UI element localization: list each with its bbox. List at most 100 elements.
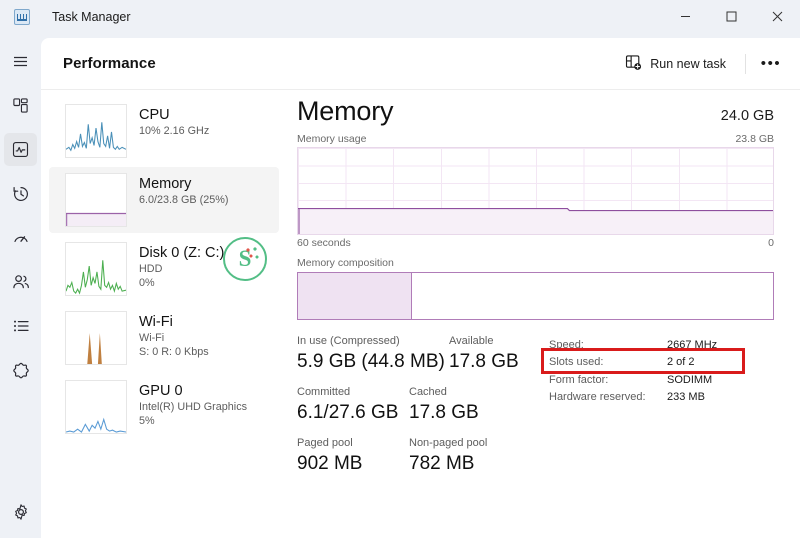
performance-resource-list: CPU 10% 2.16 GHz Memory 6.0/23.8 GB (25%… (41, 90, 283, 538)
list-item-sub1: HDD (139, 263, 163, 275)
performance-body: CPU 10% 2.16 GHz Memory 6.0/23.8 GB (25%… (41, 90, 800, 538)
stat-cached: Cached 17.8 GB (409, 385, 479, 425)
sidebar-item-services[interactable] (4, 353, 37, 386)
graph-title: Memory usage (297, 133, 367, 145)
maximize-button[interactable] (708, 0, 754, 33)
memory-composition-label: Memory composition (297, 257, 394, 269)
list-item-title: GPU 0 (139, 383, 183, 399)
spec-value: 2667 MHz (667, 339, 718, 351)
axis-label-left: 60 seconds (297, 237, 351, 249)
settings-gear-icon[interactable] (4, 495, 37, 528)
more-options-icon[interactable]: ••• (756, 50, 786, 78)
watermark-logo: S (223, 237, 267, 281)
sidebar-item-app-history[interactable] (4, 177, 37, 210)
gpu-text: GPU 0 Intel(R) UHD Graphics 5% (139, 380, 247, 428)
list-item-wifi[interactable]: Wi-Fi Wi-Fi S: 0 R: 0 Kbps (49, 305, 279, 371)
wifi-text: Wi-Fi Wi-Fi S: 0 R: 0 Kbps (139, 311, 209, 359)
memory-composition-in-use (298, 273, 412, 319)
list-item-sub2: S: 0 R: 0 Kbps (139, 346, 209, 358)
stat-group-inuse: In use (Compressed) 5.9 GB (44.8 MB) Ava… (297, 334, 549, 374)
memory-usage-chart (297, 147, 774, 235)
spec-key: Hardware reserved: (549, 391, 646, 404)
cpu-text: CPU 10% 2.16 GHz (139, 104, 209, 138)
run-new-task-label: Run new task (650, 56, 726, 71)
list-item-memory[interactable]: Memory 6.0/23.8 GB (25%) (49, 167, 279, 233)
close-button[interactable] (754, 0, 800, 33)
spec-row-slots-used: Slots used: 2 of 2 (549, 354, 774, 371)
task-manager-icon (14, 8, 30, 25)
hamburger-menu-icon[interactable] (4, 45, 37, 78)
list-item-title: Wi-Fi (139, 314, 173, 330)
toolbar-divider (745, 53, 746, 74)
list-item-sub1: Wi-Fi (139, 332, 165, 344)
stat-non-paged-pool: Non-paged pool 782 MB (409, 436, 487, 476)
stat-value: 17.8 GB (449, 351, 519, 372)
window-controls (662, 0, 800, 33)
wifi-graph-thumbnail (65, 311, 127, 365)
watermark-dots-icon (245, 247, 259, 263)
stat-paged-pool: Paged pool 902 MB (297, 436, 409, 476)
list-item-sub1: 10% 2.16 GHz (139, 125, 210, 137)
new-task-icon (625, 54, 642, 74)
spec-value: SODIMM (667, 373, 713, 386)
run-new-task-button[interactable]: Run new task (616, 48, 735, 80)
spec-row-hardware-reserved: Hardware reserved: 233 MB (549, 389, 774, 406)
stat-label: Committed (297, 386, 351, 398)
list-item-cpu[interactable]: CPU 10% 2.16 GHz (49, 98, 279, 164)
memory-specs: Speed: 2667 MHz Slots used: 2 of 2 Form … (541, 334, 774, 487)
stat-label: Paged pool (297, 437, 353, 449)
list-item-title: Disk 0 (Z: C:) (139, 245, 225, 261)
stat-committed: Committed 6.1/27.6 GB (297, 385, 409, 425)
detail-header: Memory 24.0 GB (297, 96, 774, 127)
window-title: Task Manager (52, 9, 131, 24)
title-bar: Task Manager (0, 0, 800, 33)
stat-value: 782 MB (409, 453, 475, 474)
navigation-rail (0, 33, 41, 538)
stat-in-use: In use (Compressed) 5.9 GB (44.8 MB) (297, 334, 449, 374)
spec-key: Slots used: (549, 356, 604, 369)
minimize-button[interactable] (662, 0, 708, 33)
gpu-graph-thumbnail (65, 380, 127, 434)
toolbar: Performance Run new task ••• (41, 38, 800, 90)
graph-axis-labels: 60 seconds 0 (297, 237, 774, 249)
memory-stats: In use (Compressed) 5.9 GB (44.8 MB) Ava… (297, 334, 549, 487)
stat-value: 6.1/27.6 GB (297, 402, 399, 423)
spec-row-speed: Speed: 2667 MHz (549, 337, 774, 354)
stat-value: 17.8 GB (409, 402, 479, 423)
list-item-title: CPU (139, 107, 170, 123)
disk-text: Disk 0 (Z: C:) HDD 0% (139, 242, 224, 290)
sidebar-item-details[interactable] (4, 309, 37, 342)
sidebar-item-startup-apps[interactable] (4, 221, 37, 254)
cpu-graph-thumbnail (65, 104, 127, 158)
stat-value: 5.9 GB (44.8 MB) (297, 351, 445, 372)
spec-key: Form factor: (549, 373, 609, 386)
memory-total: 24.0 GB (720, 108, 774, 124)
toolbar-actions: Run new task ••• (616, 38, 800, 89)
memory-stats-row: In use (Compressed) 5.9 GB (44.8 MB) Ava… (297, 334, 774, 487)
sidebar-item-processes[interactable] (4, 89, 37, 122)
stat-label: Cached (409, 386, 447, 398)
spec-key: Speed: (549, 339, 584, 351)
axis-label-right: 0 (768, 237, 774, 249)
stat-group-pools: Paged pool 902 MB Non-paged pool 782 MB (297, 436, 549, 476)
graph-max-value: 23.8 GB (735, 133, 774, 145)
list-item-title: Memory (139, 176, 192, 192)
stat-available: Available 17.8 GB (449, 334, 519, 374)
page-title: Performance (63, 55, 156, 72)
stat-label: Non-paged pool (409, 437, 488, 449)
sidebar-item-performance[interactable] (4, 133, 37, 166)
memory-graph-thumbnail (65, 173, 127, 227)
sidebar-item-users[interactable] (4, 265, 37, 298)
spec-value: 2 of 2 (667, 356, 695, 369)
stat-label: In use (Compressed) (297, 335, 400, 347)
stat-label: Available (449, 335, 494, 347)
stat-value: 902 MB (297, 453, 363, 474)
detail-title: Memory (297, 96, 394, 126)
list-item-gpu-0[interactable]: GPU 0 Intel(R) UHD Graphics 5% (49, 374, 279, 440)
stat-group-committed: Committed 6.1/27.6 GB Cached 17.8 GB (297, 385, 549, 425)
memory-text: Memory 6.0/23.8 GB (25%) (139, 173, 228, 207)
memory-composition-bar[interactable] (297, 272, 774, 320)
disk-graph-thumbnail (65, 242, 127, 296)
list-item-sub2: 0% (139, 277, 155, 289)
spec-value: 233 MB (667, 391, 705, 404)
